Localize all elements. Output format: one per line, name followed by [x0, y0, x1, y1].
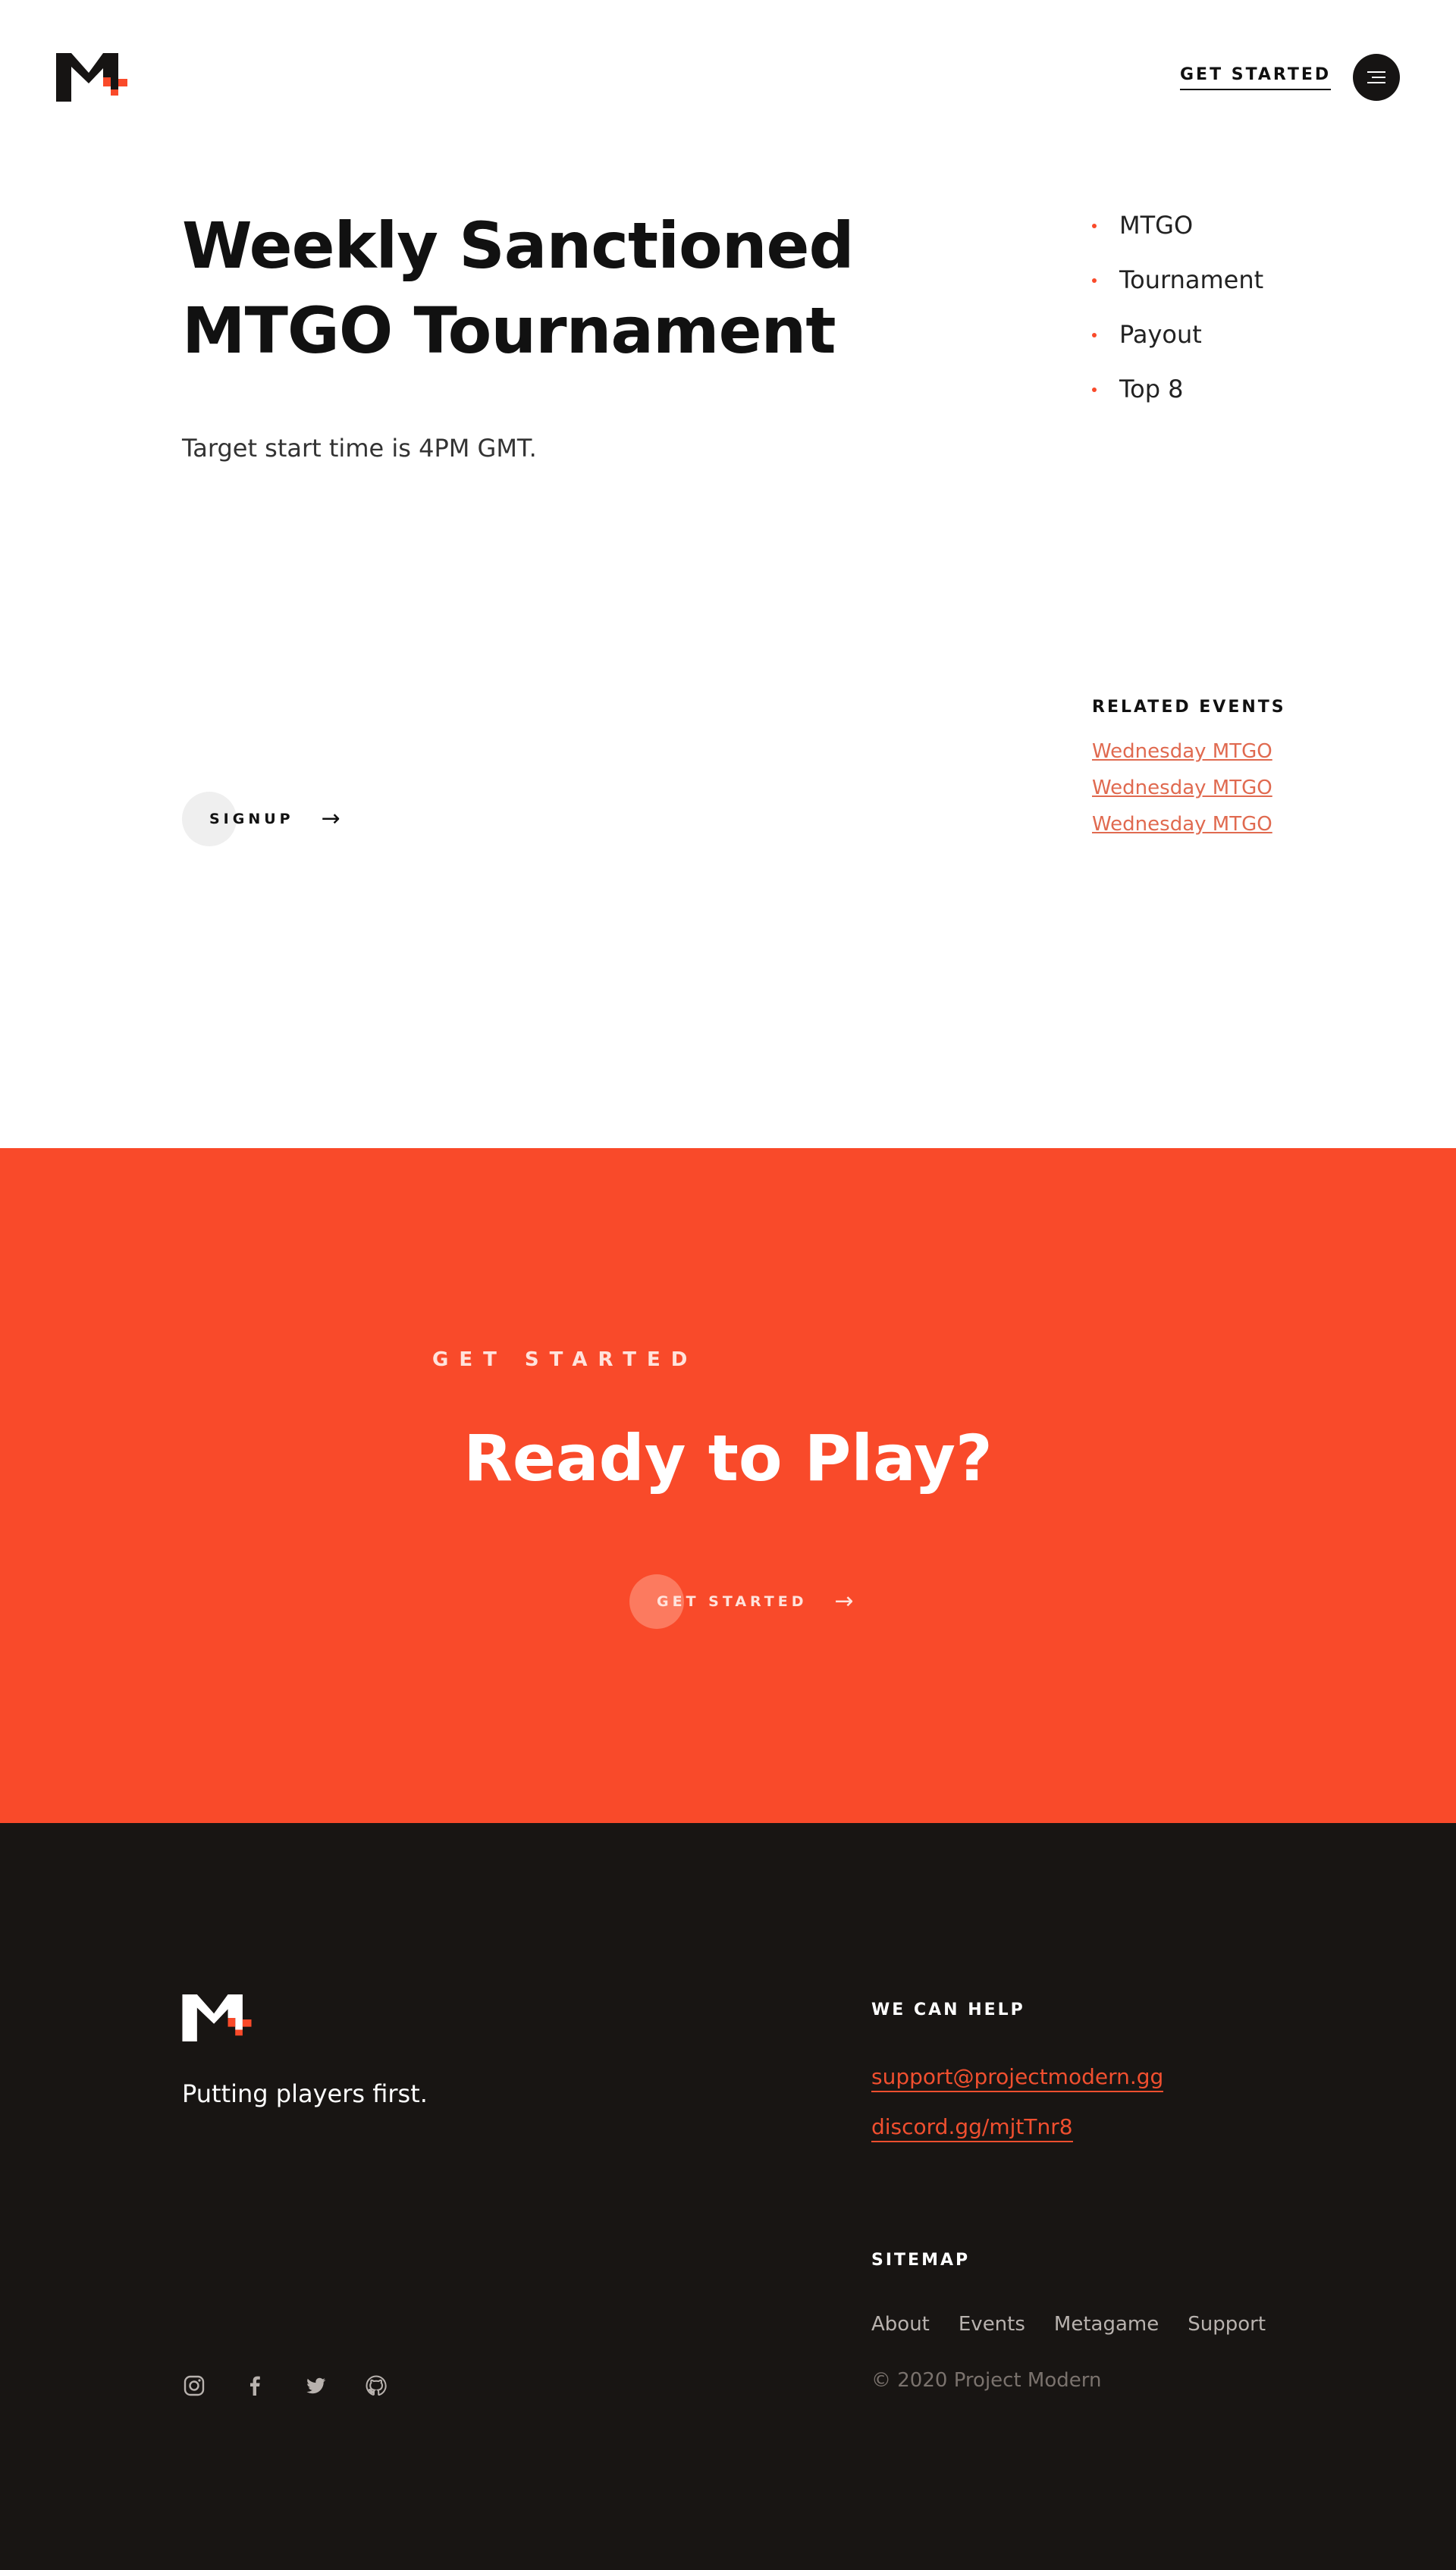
facebook-icon[interactable]: [243, 2374, 267, 2398]
twitter-icon[interactable]: [303, 2374, 328, 2398]
menu-icon-bar: [1367, 82, 1385, 83]
feature-label: MTGO: [1119, 211, 1194, 240]
related-event-link[interactable]: Wednesday MTGO: [1092, 813, 1272, 836]
get-started-section: GET STARTED Ready to Play? GET STARTED →: [0, 1148, 1456, 1823]
cta-button-label: GET STARTED: [657, 1593, 808, 1610]
bullet-dot-icon: [1092, 224, 1097, 228]
logo-mark: [182, 1994, 252, 2041]
list-item: Wednesday MTGO: [1092, 777, 1272, 813]
list-item: Wednesday MTGO: [1092, 813, 1272, 849]
site-footer: Putting players first. WE CAN HELP suppo…: [0, 1823, 1456, 2570]
arrow-right-icon: →: [321, 805, 340, 832]
bullet-dot-icon: [1092, 388, 1097, 392]
arrow-right-icon: →: [834, 1588, 854, 1614]
cta-eyebrow: GET STARTED: [432, 1348, 698, 1371]
event-title: Weekly Sanctioned MTGO Tournament: [182, 203, 940, 373]
github-icon[interactable]: [364, 2374, 388, 2398]
social-links: [182, 2374, 425, 2398]
sitemap-link-support[interactable]: Support: [1188, 2313, 1266, 2336]
sitemap-link-events[interactable]: Events: [959, 2313, 1025, 2336]
event-title-line2: MTGO Tournament: [182, 293, 836, 368]
signup-label: SIGNUP: [209, 811, 294, 827]
cta-get-started-button[interactable]: GET STARTED →: [629, 1574, 854, 1629]
menu-icon: [1367, 71, 1385, 73]
related-events-list: Wednesday MTGO Wednesday MTGO Wednesday …: [1092, 740, 1272, 849]
footer-logo[interactable]: [182, 1994, 252, 2041]
event-title-line1: Weekly Sanctioned: [182, 209, 855, 283]
list-item: Wednesday MTGO: [1092, 740, 1272, 777]
event-subtitle: Target start time is 4PM GMT.: [182, 434, 537, 463]
sitemap-link-about[interactable]: About: [871, 2313, 930, 2336]
menu-button[interactable]: [1353, 54, 1400, 101]
related-event-link[interactable]: Wednesday MTGO: [1092, 777, 1272, 799]
feature-label: Payout: [1119, 320, 1202, 349]
header-get-started-link[interactable]: GET STARTED: [1180, 65, 1332, 90]
cta-title: Ready to Play?: [463, 1421, 993, 1495]
sitemap-nav: About Events Metagame Support: [871, 2313, 1294, 2336]
bullet-dot-icon: [1092, 333, 1097, 337]
sitemap-heading: SITEMAP: [871, 2251, 971, 2270]
logo-mark: [56, 53, 127, 102]
feature-item: MTGO: [1092, 203, 1263, 258]
signup-button[interactable]: SIGNUP →: [182, 792, 340, 846]
instagram-icon[interactable]: [182, 2374, 206, 2398]
site-header: GET STARTED: [0, 0, 1456, 152]
help-heading: WE CAN HELP: [871, 2000, 1025, 2019]
related-event-link[interactable]: Wednesday MTGO: [1092, 740, 1272, 763]
copyright: © 2020 Project Modern: [871, 2369, 1102, 2392]
feature-item: Payout: [1092, 312, 1263, 367]
site-logo[interactable]: [56, 53, 127, 102]
bullet-dot-icon: [1092, 278, 1097, 283]
footer-tagline: Putting players first.: [182, 2079, 428, 2108]
event-feature-list: MTGO Tournament Payout Top 8: [1092, 203, 1263, 422]
menu-icon-bar: [1372, 77, 1385, 78]
support-email-link[interactable]: support@projectmodern.gg: [871, 2064, 1164, 2092]
feature-item: Tournament: [1092, 258, 1263, 312]
related-events-heading: RELATED EVENTS: [1092, 698, 1286, 717]
feature-label: Top 8: [1119, 375, 1184, 403]
feature-item: Top 8: [1092, 367, 1263, 422]
sitemap-link-metagame[interactable]: Metagame: [1054, 2313, 1159, 2336]
discord-link[interactable]: discord.gg/mjtTnr8: [871, 2114, 1073, 2142]
feature-label: Tournament: [1119, 265, 1264, 294]
